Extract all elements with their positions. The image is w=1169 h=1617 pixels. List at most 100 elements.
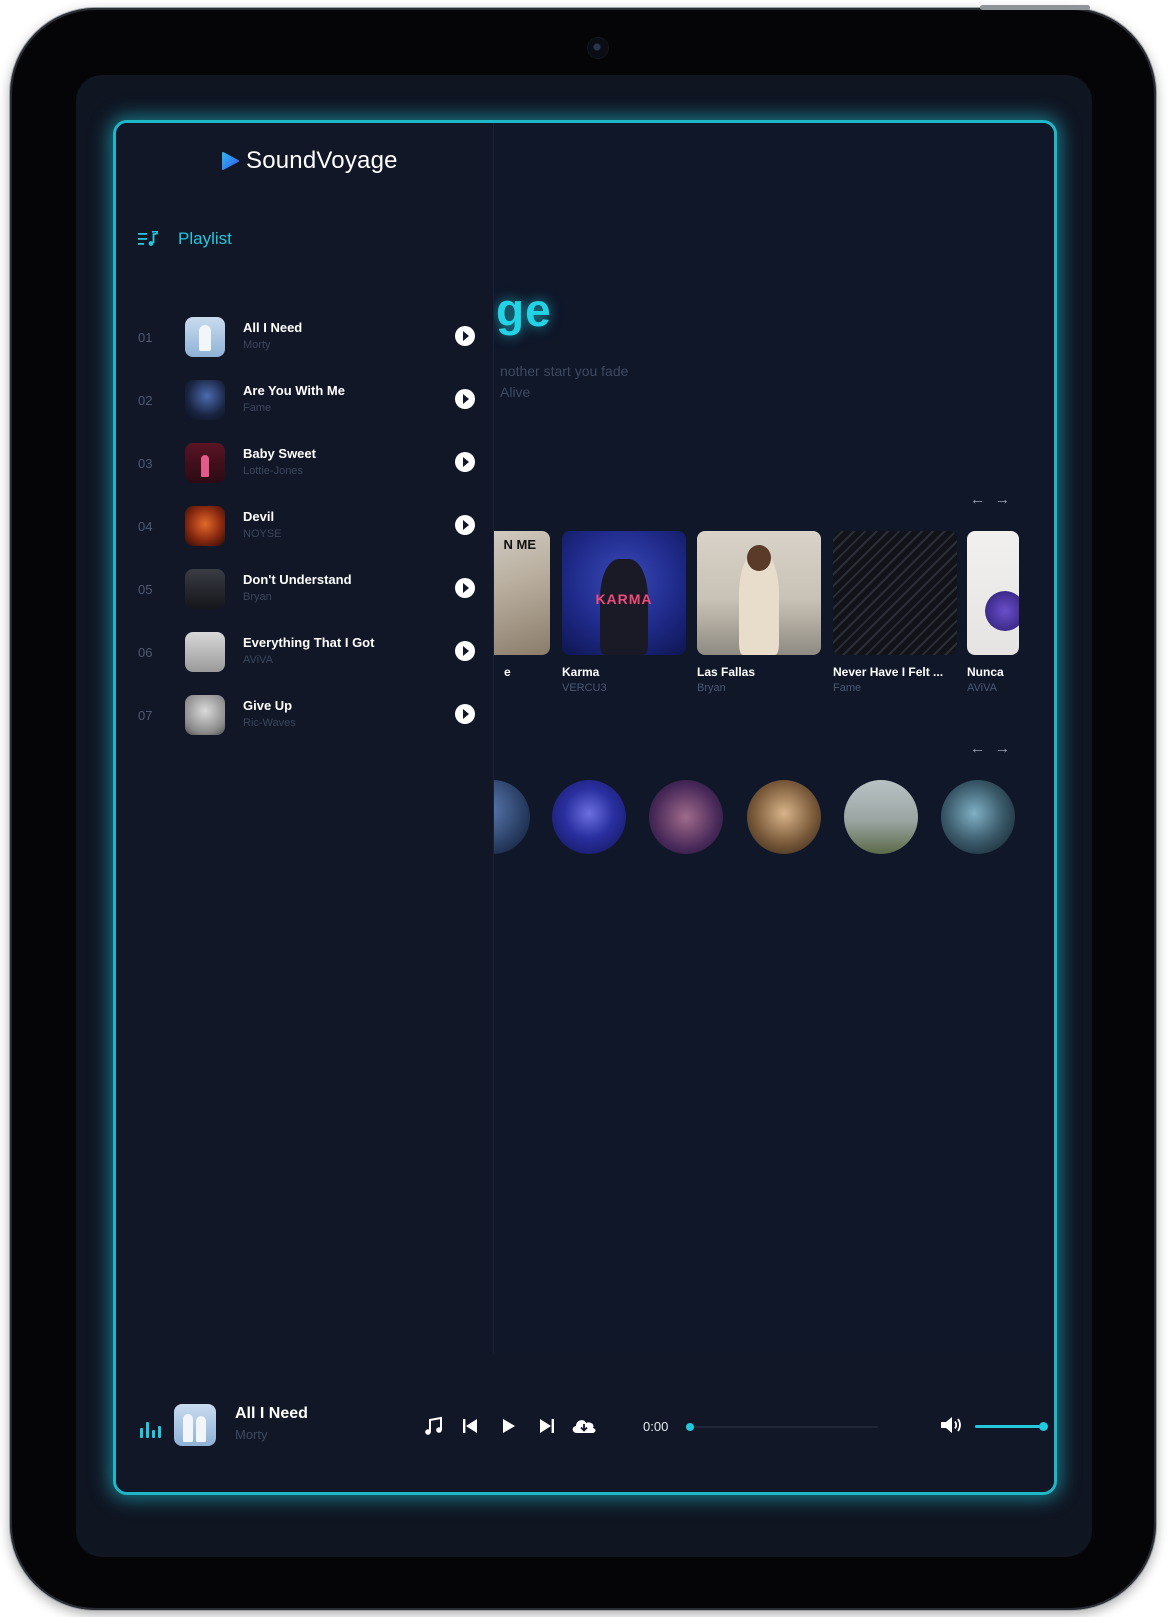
artists-nav: ← →	[970, 740, 1010, 757]
album-title: Las Fallas	[697, 665, 756, 679]
artist-avatar[interactable]	[747, 780, 821, 854]
play-icon[interactable]	[455, 515, 475, 535]
eq-bar	[152, 1430, 155, 1438]
arrow-right-icon[interactable]: →	[995, 740, 1010, 757]
play-icon[interactable]	[455, 578, 475, 598]
track-artist: Morty	[243, 339, 271, 351]
playlist-track[interactable]: 03 Baby Sweet Lottie-Jones	[138, 443, 480, 487]
app-logo[interactable]: SoundVoyage	[220, 147, 398, 175]
track-thumbnail	[185, 695, 225, 735]
thumb-figure	[183, 1414, 193, 1442]
album-cover: KARMA	[562, 531, 686, 655]
hero-title: ge	[496, 284, 552, 336]
playlist-track[interactable]: 04 Devil NOYSE	[138, 506, 480, 550]
artist-avatar[interactable]	[941, 780, 1015, 854]
artist-avatar[interactable]	[844, 780, 918, 854]
track-title: All I Need	[243, 320, 303, 335]
album-cover	[833, 531, 957, 655]
eq-bar	[158, 1426, 161, 1438]
album-title: Karma	[562, 665, 600, 679]
play-icon[interactable]	[455, 452, 475, 472]
play-icon[interactable]	[455, 641, 475, 661]
album-card[interactable]: KARMA Karma VERCU3	[562, 531, 686, 694]
track-number: 07	[138, 708, 153, 723]
track-artist: NOYSE	[243, 528, 282, 540]
track-number: 06	[138, 645, 153, 660]
hero-subtitle: nother start you fade Alive	[500, 361, 628, 403]
play-icon[interactable]	[455, 389, 475, 409]
playlist-track[interactable]: 01 All I Need Morty	[138, 317, 480, 361]
tablet-screen: ge nother start you fade Alive ← → N ME …	[76, 75, 1092, 1557]
album-card[interactable]: Never Have I Felt ... Fame	[833, 531, 957, 694]
play-icon[interactable]	[497, 1415, 519, 1437]
track-thumbnail	[185, 506, 225, 546]
album-artist: VERCU3	[562, 682, 607, 694]
track-thumbnail	[185, 380, 225, 420]
track-artist: Lottie-Jones	[243, 465, 303, 477]
album-title: Never Have I Felt ...	[833, 665, 944, 679]
progress-bar[interactable]	[686, 1423, 878, 1431]
volume-knob[interactable]	[1039, 1422, 1048, 1431]
progress-knob[interactable]	[686, 1423, 694, 1431]
play-icon[interactable]	[455, 704, 475, 724]
thumb-figure	[201, 455, 209, 477]
cover-flower	[985, 591, 1019, 631]
app-name: SoundVoyage	[246, 147, 398, 174]
tablet-device-frame: ge nother start you fade Alive ← → N ME …	[10, 5, 1156, 1610]
track-title: Don't Understand	[243, 572, 352, 587]
thumb-figure	[199, 325, 211, 351]
album-cover	[697, 531, 821, 655]
album-cover	[967, 531, 1019, 655]
play-icon[interactable]	[455, 326, 475, 346]
album-artist: AViVA	[967, 682, 997, 694]
arrow-left-icon[interactable]: ←	[970, 740, 985, 757]
album-artist: Fame	[833, 682, 862, 694]
arrow-right-icon[interactable]: →	[995, 491, 1010, 508]
cover-figure	[600, 559, 648, 655]
now-playing-thumbnail	[174, 1404, 216, 1446]
hero-subtitle-line-2: Alive	[500, 384, 531, 400]
track-artist: AViVA	[243, 654, 273, 666]
cover-figure-head	[747, 545, 771, 571]
player-bar: All I Need Morty 0:00	[116, 1353, 1054, 1492]
track-title: Baby Sweet	[243, 446, 316, 461]
skip-previous-icon[interactable]	[459, 1415, 481, 1437]
playlist-track[interactable]: 05 Don't Understand Bryan	[138, 569, 480, 613]
playlist-track[interactable]: 02 Are You With Me Fame	[138, 380, 480, 424]
eq-bar	[140, 1428, 143, 1438]
track-title: Give Up	[243, 698, 293, 713]
track-title: Are You With Me	[243, 383, 345, 398]
track-thumbnail	[185, 317, 225, 357]
album-card[interactable]: Las Fallas Bryan	[697, 531, 821, 694]
track-number: 05	[138, 582, 153, 597]
volume-icon[interactable]	[939, 1414, 965, 1436]
album-artist: Bryan	[697, 682, 726, 694]
arrow-left-icon[interactable]: ←	[970, 491, 985, 508]
device-power-button	[980, 5, 1090, 10]
track-number: 03	[138, 456, 153, 471]
playlist-sidebar: SoundVoyage Playlist 01 All I Need Morty…	[116, 123, 494, 1353]
playlist-track[interactable]: 07 Give Up Ric-Waves	[138, 695, 480, 739]
track-number: 02	[138, 393, 153, 408]
album-card[interactable]: Nunca AViVA	[967, 531, 1019, 694]
front-camera	[588, 38, 608, 58]
volume-slider[interactable]	[975, 1422, 1048, 1431]
skip-next-icon[interactable]	[536, 1415, 558, 1437]
album-cover-text: KARMA	[595, 591, 653, 607]
album-cover-text: N ME	[503, 537, 537, 552]
track-thumbnail	[185, 569, 225, 609]
playlist-track[interactable]: 06 Everything That I Got AViVA	[138, 632, 480, 676]
logo-play-icon	[222, 152, 239, 170]
artist-avatar[interactable]	[649, 780, 723, 854]
music-note-icon[interactable]	[423, 1415, 445, 1437]
artist-avatar[interactable]	[552, 780, 626, 854]
albums-nav: ← →	[970, 491, 1010, 508]
track-artist: Ric-Waves	[243, 717, 296, 729]
track-artist: Bryan	[243, 591, 272, 603]
elapsed-time: 0:00	[643, 1419, 669, 1434]
app-window: ge nother start you fade Alive ← → N ME …	[113, 120, 1057, 1495]
cloud-download-icon[interactable]	[570, 1415, 598, 1437]
playlist-header[interactable]: Playlist	[138, 229, 232, 249]
track-title: Everything That I Got	[243, 635, 375, 650]
album-title: Nunca	[967, 665, 1004, 679]
